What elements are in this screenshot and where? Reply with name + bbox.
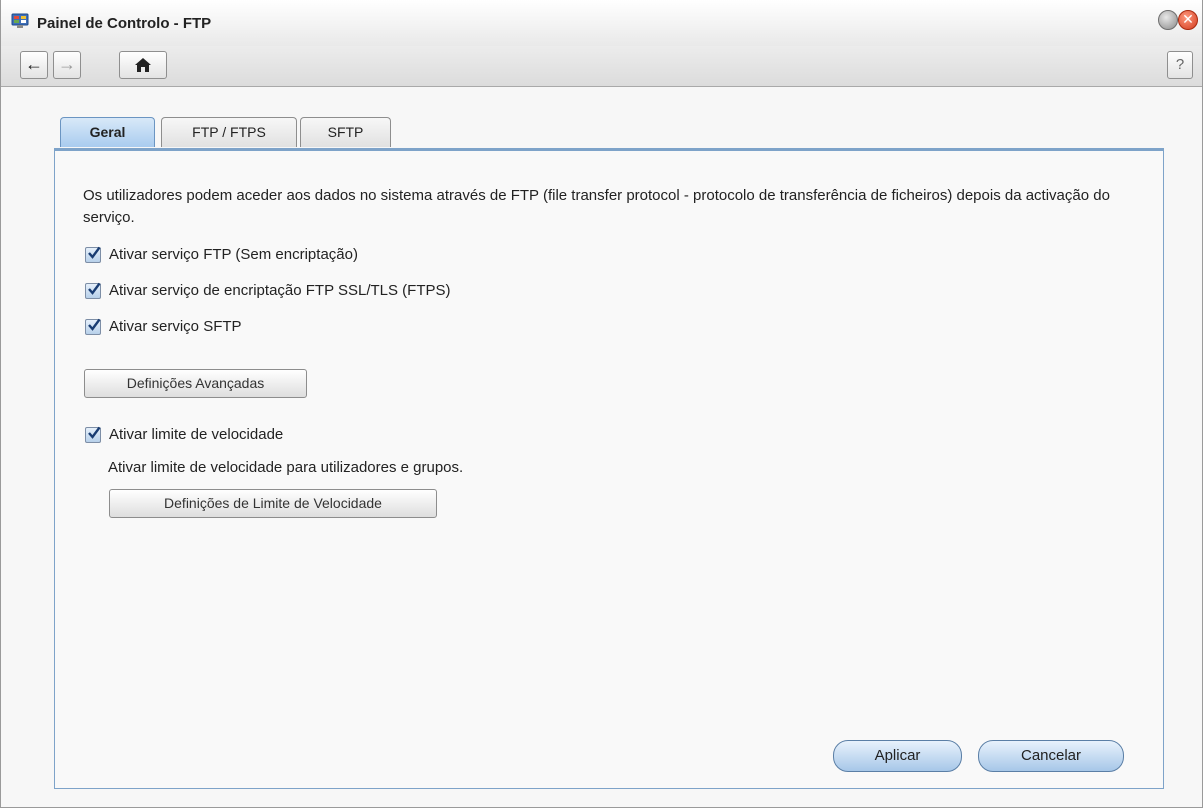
- window-title: Painel de Controlo - FTP: [37, 15, 212, 32]
- minimize-button[interactable]: [1158, 10, 1178, 30]
- help-button[interactable]: ?: [1167, 51, 1193, 79]
- content-area: Geral FTP / FTPS SFTP Os utilizadores po…: [1, 87, 1202, 807]
- speed-limit-checkbox[interactable]: [85, 426, 101, 443]
- home-button[interactable]: [119, 51, 167, 79]
- title-bar: Painel de Controlo - FTP ✕: [1, 0, 1202, 46]
- cancel-button[interactable]: Cancelar: [978, 740, 1124, 772]
- tab-geral[interactable]: Geral: [60, 117, 155, 147]
- speed-limit-settings-button[interactable]: Definições de Limite de Velocidade: [109, 489, 437, 518]
- sftp-service-label: Ativar serviço SFTP: [109, 318, 242, 335]
- arrow-left-icon: ←: [25, 54, 43, 74]
- service-description: Os utilizadores podem aceder aos dados n…: [83, 187, 1110, 226]
- ftp-service-checkbox[interactable]: [85, 246, 101, 263]
- home-icon: [134, 57, 152, 77]
- forward-button[interactable]: →: [53, 51, 81, 79]
- speed-limit-label: Ativar limite de velocidade: [109, 426, 284, 443]
- tab-sftp[interactable]: SFTP: [300, 117, 391, 147]
- tab-ftp-ftps[interactable]: FTP / FTPS: [161, 117, 297, 147]
- toolbar: ← → ?: [1, 46, 1202, 87]
- arrow-right-icon: →: [58, 54, 76, 74]
- back-button[interactable]: ←: [20, 51, 48, 79]
- control-panel-window: Painel de Controlo - FTP ✕ ← → ? Geral F…: [0, 0, 1203, 808]
- ftps-service-checkbox[interactable]: [85, 282, 101, 299]
- control-panel-icon: [11, 13, 29, 29]
- advanced-settings-button[interactable]: Definições Avançadas: [84, 369, 307, 398]
- close-button[interactable]: ✕: [1178, 10, 1198, 30]
- sftp-service-checkbox[interactable]: [85, 318, 101, 335]
- speed-limit-description: Ativar limite de velocidade para utiliza…: [108, 459, 464, 476]
- general-panel: Os utilizadores podem aceder aos dados n…: [54, 148, 1164, 789]
- apply-button[interactable]: Aplicar: [833, 740, 962, 772]
- ftps-service-label: Ativar serviço de encriptação FTP SSL/TL…: [109, 282, 451, 299]
- ftp-service-label: Ativar serviço FTP (Sem encriptação): [109, 246, 358, 263]
